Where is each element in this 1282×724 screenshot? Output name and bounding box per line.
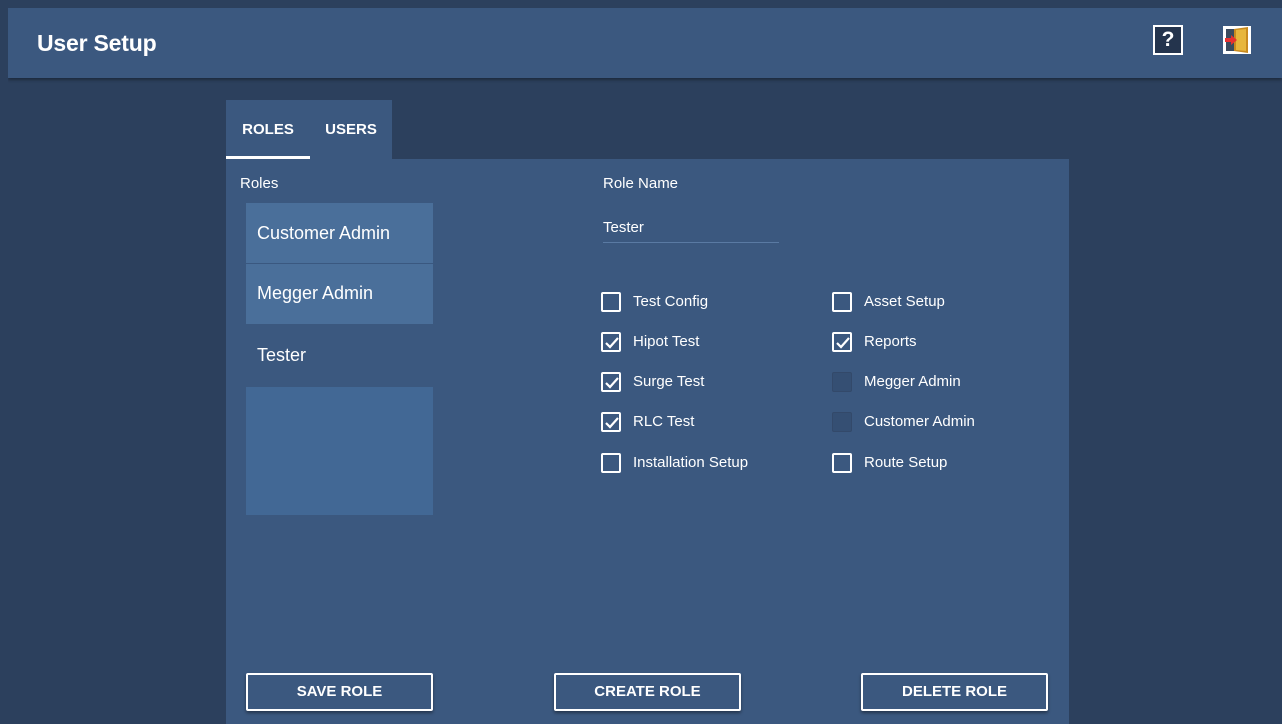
checkmark-icon — [605, 377, 619, 389]
role-list-empty-area — [246, 387, 433, 515]
checkbox[interactable] — [601, 292, 621, 312]
create-role-button[interactable]: CREATE ROLE — [554, 673, 741, 711]
permission-label: Route Setup — [864, 454, 948, 471]
delete-role-button[interactable]: DELETE ROLE — [861, 673, 1048, 711]
role-name-input[interactable]: Tester — [603, 216, 779, 243]
permission-label: Asset Setup — [864, 293, 945, 310]
app-window: User Setup ? ROLES USERS Roles Role Name… — [8, 8, 1282, 724]
tab-bar: ROLES USERS — [226, 100, 392, 159]
exit-button[interactable] — [1222, 25, 1252, 55]
checkmark-icon — [605, 337, 619, 349]
permission-reports[interactable]: Reports — [832, 330, 1012, 354]
permission-route-setup[interactable]: Route Setup — [832, 451, 1012, 475]
permission-asset-setup[interactable]: Asset Setup — [832, 290, 1012, 314]
checkbox[interactable] — [832, 453, 852, 473]
help-icon: ? — [1161, 28, 1175, 51]
permission-label: Customer Admin — [864, 413, 975, 430]
page-title: User Setup — [37, 30, 157, 56]
roles-panel: Roles Role Name Customer Admin Megger Ad… — [226, 159, 1069, 724]
checkbox-disabled — [832, 372, 852, 392]
checkbox[interactable] — [601, 453, 621, 473]
permission-installation-setup[interactable]: Installation Setup — [601, 451, 781, 475]
permission-label: Installation Setup — [633, 454, 749, 471]
permission-label: Test Config — [633, 293, 709, 310]
role-item-customer-admin[interactable]: Customer Admin — [246, 203, 433, 263]
role-name-label: Role Name — [603, 175, 679, 192]
checkmark-icon — [605, 417, 619, 429]
checkbox-checked[interactable] — [601, 412, 621, 432]
roles-label: Roles — [240, 175, 279, 192]
permission-label: Megger Admin — [864, 373, 961, 390]
tab-roles[interactable]: ROLES — [226, 100, 310, 159]
permission-label: Hipot Test — [633, 333, 700, 350]
permission-test-config[interactable]: Test Config — [601, 290, 781, 314]
checkbox-checked[interactable] — [601, 372, 621, 392]
help-button[interactable]: ? — [1153, 25, 1183, 55]
checkbox-checked[interactable] — [832, 332, 852, 352]
role-item-megger-admin[interactable]: Megger Admin — [246, 264, 433, 324]
tab-users[interactable]: USERS — [310, 100, 392, 159]
permission-megger-admin: Megger Admin — [832, 370, 1012, 394]
save-role-button[interactable]: SAVE ROLE — [246, 673, 433, 711]
permission-label: Surge Test — [633, 373, 705, 390]
role-item-tester[interactable]: Tester — [246, 325, 433, 385]
exit-door-icon — [1223, 26, 1251, 54]
permission-rlc-test[interactable]: RLC Test — [601, 410, 781, 434]
checkbox[interactable] — [832, 292, 852, 312]
checkmark-icon — [836, 337, 850, 349]
permission-surge-test[interactable]: Surge Test — [601, 370, 781, 394]
permission-hipot-test[interactable]: Hipot Test — [601, 330, 781, 354]
permission-label: RLC Test — [633, 413, 695, 430]
checkbox-checked[interactable] — [601, 332, 621, 352]
role-name-value: Tester — [603, 219, 644, 236]
header-bar: User Setup ? — [8, 8, 1282, 78]
checkbox-disabled — [832, 412, 852, 432]
permission-label: Reports — [864, 333, 917, 350]
permission-customer-admin: Customer Admin — [832, 410, 1012, 434]
